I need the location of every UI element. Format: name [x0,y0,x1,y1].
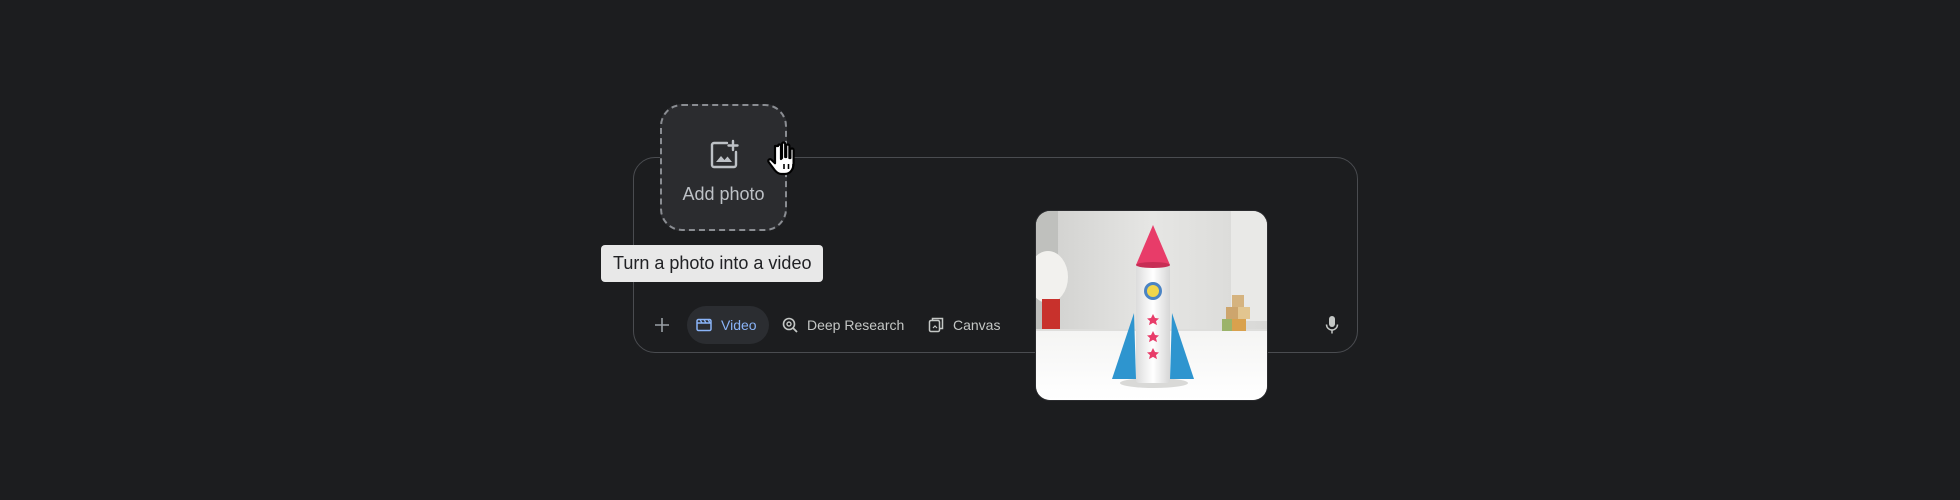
rocket-photo-thumbnail[interactable] [1036,211,1267,400]
video-icon [696,318,712,332]
canvas-chip-label: Canvas [953,317,1001,333]
add-photo-label: Add photo [682,184,765,204]
hand-cursor-icon [767,141,795,176]
deep-research-icon [782,317,798,333]
plus-icon [655,318,669,332]
deep-research-tool-chip[interactable]: Deep Research [771,306,914,344]
video-chip-label: Video [721,317,757,333]
microphone-button[interactable] [1322,314,1342,336]
tooltip: Turn a photo into a video [601,245,824,282]
deep-research-chip-label: Deep Research [807,317,905,333]
canvas-tool-chip[interactable]: Canvas [917,306,1010,344]
add-attachment-button[interactable] [650,313,674,337]
add-photo-icon [710,139,739,169]
mic-icon [1325,316,1339,334]
canvas-icon [928,317,944,333]
stage: Video Deep Research Canvas Add photo Tur… [0,0,1960,500]
video-tool-chip[interactable]: Video [687,306,769,344]
